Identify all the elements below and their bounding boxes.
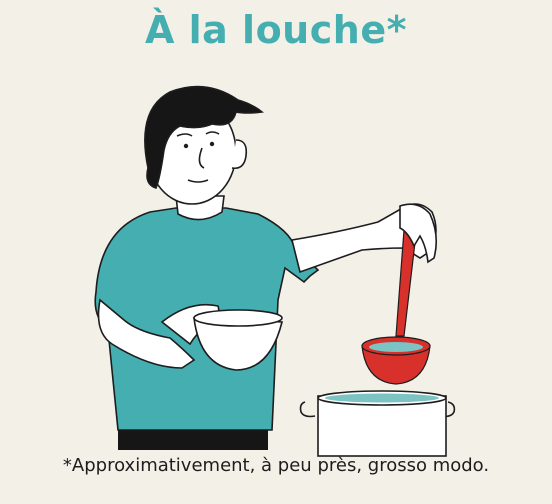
cooking-illustration xyxy=(94,85,456,457)
head xyxy=(144,85,264,205)
cooking-pot xyxy=(299,390,456,457)
footnote-caption: *Approximativement, à peu près, grosso m… xyxy=(62,455,490,476)
